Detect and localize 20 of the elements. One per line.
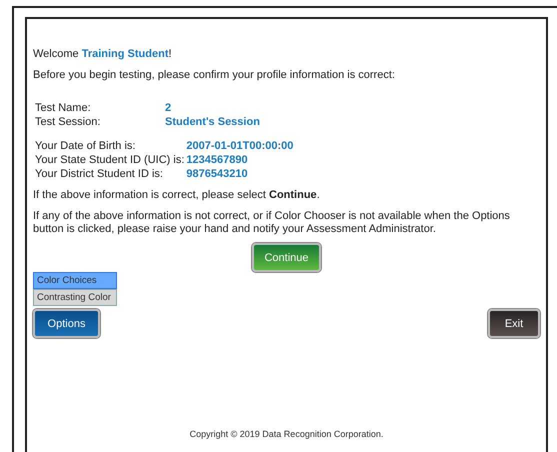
field-label: Your State Student ID (UIC) is: bbox=[34, 154, 184, 167]
field-label: Your Date of Birth is: bbox=[34, 140, 136, 153]
field-value: 2 bbox=[165, 102, 172, 115]
menu-item[interactable]: Color Choices bbox=[33, 272, 117, 289]
field-label: Test Name: bbox=[34, 102, 92, 115]
field-value: Student's Session bbox=[165, 116, 261, 129]
exit-button[interactable]: Exit bbox=[488, 309, 540, 338]
field-value: 9876543210 bbox=[186, 168, 249, 181]
field-label: Test Session: bbox=[34, 116, 102, 129]
help-text: If any of the above information is not correct, or if Color Chooser is not available when the Options button is clicked, please raise your hand and notify your Assessment Administrator. bbox=[33, 210, 511, 236]
options-button[interactable]: Options bbox=[33, 309, 100, 338]
continue-button[interactable]: Continue bbox=[252, 243, 321, 272]
intro-text: Before you begin testing, please confirm your profile information is correct: bbox=[33, 69, 396, 82]
field-label: Your District Student ID is: bbox=[34, 168, 164, 181]
copyright-text: Copyright © 2019 Data Recognition Corporation. bbox=[188, 428, 384, 441]
field-value: 2007-01-01T00:00:00 bbox=[186, 140, 294, 153]
welcome-text: Welcome Training Student! bbox=[33, 48, 173, 61]
menu-item[interactable]: Contrasting Color bbox=[33, 289, 117, 306]
field-value: 1234567890 bbox=[186, 154, 249, 167]
confirm-text: If the above information is correct, please select Continue. bbox=[33, 189, 321, 202]
